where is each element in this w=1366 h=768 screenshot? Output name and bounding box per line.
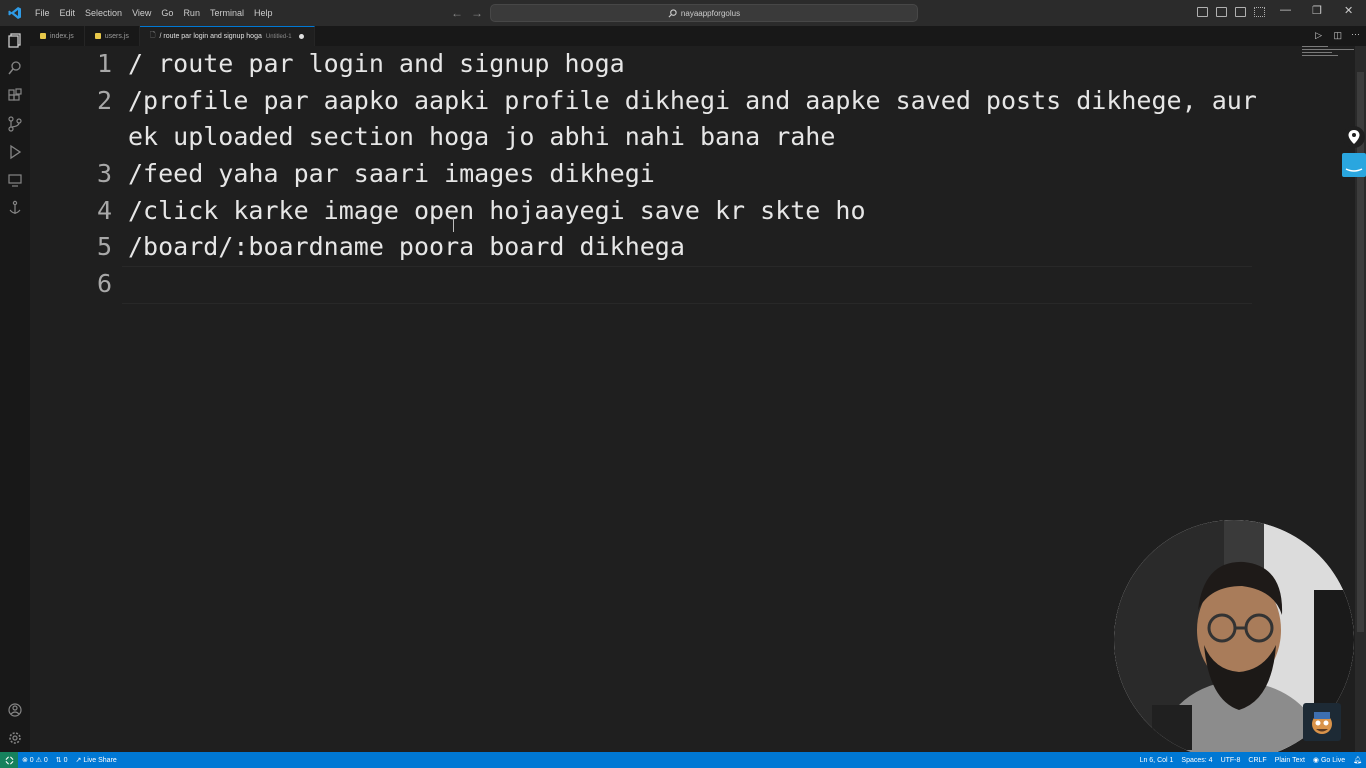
title-bar: File Edit Selection View Go Run Terminal… xyxy=(0,0,1366,26)
menu-go[interactable]: Go xyxy=(156,0,178,26)
menu-help[interactable]: Help xyxy=(249,0,278,26)
menu-file[interactable]: File xyxy=(30,0,55,26)
extensions-icon[interactable] xyxy=(7,88,23,104)
search-view-icon[interactable] xyxy=(7,60,23,76)
code-line: 2 /profile par aapko aapki profile dikhe… xyxy=(30,83,1320,119)
close-icon[interactable]: ✕ xyxy=(1344,4,1353,17)
problems-indicator[interactable]: ⊗ 0 ⚠ 0 xyxy=(18,756,52,764)
back-arrow-icon[interactable]: ← xyxy=(451,6,463,20)
line-text: / route par login and signup hoga xyxy=(128,49,625,78)
menu-edit[interactable]: Edit xyxy=(55,0,81,26)
line-text: /feed yaha par saari images dikhegi xyxy=(128,159,655,188)
manage-gear-icon[interactable] xyxy=(7,730,23,746)
editor-tab-bar: index.js users.js 🗋 / route par login an… xyxy=(30,26,1366,46)
restore-icon[interactable]: ❐ xyxy=(1312,4,1322,17)
line-number: 3 xyxy=(96,159,112,188)
vscode-logo-icon xyxy=(0,0,30,26)
toggle-secondary-sidebar-icon[interactable] xyxy=(1235,7,1246,17)
line-text: /board/:boardname poora board dikhega xyxy=(128,232,685,261)
line-text: ek uploaded section hoga jo abhi nahi ba… xyxy=(128,122,836,151)
live-share-button[interactable]: ↗ Live Share xyxy=(72,756,121,764)
menu-view[interactable]: View xyxy=(127,0,156,26)
source-control-icon[interactable] xyxy=(7,116,23,132)
code-line: 4 /click karke image open hojaayegi save… xyxy=(30,193,1320,229)
tab-untitled-1[interactable]: 🗋 / route par login and signup hoga Unti… xyxy=(139,26,315,46)
explorer-icon[interactable] xyxy=(7,32,23,48)
location-pin-icon[interactable] xyxy=(1343,126,1365,148)
tab-index-js[interactable]: index.js xyxy=(30,26,85,46)
command-center-label: nayaappforgolus xyxy=(680,8,741,18)
anchor-icon[interactable] xyxy=(7,200,23,216)
text-file-icon: 🗋 xyxy=(149,32,156,39)
channel-avatar-icon xyxy=(1303,703,1341,741)
eol-indicator[interactable]: CRLF xyxy=(1244,757,1270,764)
status-bar: ⊗ 0 ⚠ 0 ⇅ 0 ↗ Live Share Ln 6, Col 1 Spa… xyxy=(0,752,1366,768)
go-live-button[interactable]: ◉ Go Live xyxy=(1309,756,1349,764)
tab-description: Untitled-1 xyxy=(265,33,292,40)
more-actions-icon[interactable]: ··· xyxy=(1351,29,1360,39)
mouse-ibeam-cursor xyxy=(453,218,454,232)
line-text: /click karke image open hojaayegi save k… xyxy=(128,196,866,225)
current-line-highlight xyxy=(122,266,1252,304)
code-line: 1 / route par login and signup hoga xyxy=(30,46,1320,82)
encoding-indicator[interactable]: UTF-8 xyxy=(1217,757,1245,764)
ports-indicator[interactable]: ⇅ 0 xyxy=(52,756,72,764)
ports-icon: ⇅ xyxy=(55,757,62,764)
line-text: /profile par aapko aapki profile dikhegi… xyxy=(128,86,1257,115)
ports-count: 0 xyxy=(63,757,68,764)
broadcast-icon: ◉ xyxy=(1312,757,1320,764)
line-number: 5 xyxy=(96,232,112,261)
minimap[interactable] xyxy=(1302,46,1354,60)
code-line: 5 /board/:boardname poora board dikhega xyxy=(30,229,1320,265)
drawing-tool-icon[interactable] xyxy=(1342,153,1366,177)
cursor-position[interactable]: Ln 6, Col 1 xyxy=(1136,757,1178,764)
js-file-icon xyxy=(40,33,46,39)
toggle-sidebar-icon[interactable] xyxy=(1197,7,1208,17)
menu-selection[interactable]: Selection xyxy=(80,0,127,26)
code-line-wrapped: ek uploaded section hoga jo abhi nahi ba… xyxy=(30,119,1320,155)
search-icon xyxy=(668,8,677,17)
tab-label: users.js xyxy=(104,32,129,40)
indentation-indicator[interactable]: Spaces: 4 xyxy=(1177,757,1216,764)
live-share-icon: ↗ xyxy=(75,757,82,764)
forward-arrow-icon[interactable]: → xyxy=(471,6,483,20)
go-live-label: Go Live xyxy=(1320,757,1346,764)
command-center-search[interactable]: nayaappforgolus xyxy=(490,4,918,22)
line-number: 1 xyxy=(96,49,112,78)
split-editor-icon[interactable]: ◫ xyxy=(1333,30,1342,41)
menu-terminal[interactable]: Terminal xyxy=(205,0,249,26)
code-line: 3 /feed yaha par saari images dikhegi xyxy=(30,156,1320,192)
remote-explorer-icon[interactable] xyxy=(7,172,23,188)
tab-users-js[interactable]: users.js xyxy=(85,26,140,46)
live-share-label: Live Share xyxy=(83,757,117,764)
tab-label: index.js xyxy=(50,32,74,40)
js-file-icon xyxy=(94,33,101,39)
notifications-bell-icon[interactable]: 🔔︎ xyxy=(1349,756,1366,764)
remote-indicator-icon[interactable] xyxy=(0,752,18,768)
minimize-icon[interactable]: — xyxy=(1280,4,1291,16)
toggle-panel-icon[interactable] xyxy=(1216,7,1227,17)
run-file-icon[interactable]: ▷ xyxy=(1315,30,1322,41)
activity-bar xyxy=(0,26,30,752)
line-number: 2 xyxy=(96,86,112,115)
line-number: 4 xyxy=(96,196,112,225)
customize-layout-icon[interactable] xyxy=(1254,7,1265,17)
tab-label: / route par login and signup hoga xyxy=(159,33,262,40)
menu-run[interactable]: Run xyxy=(178,0,205,26)
unsaved-dot-icon[interactable] xyxy=(298,34,304,39)
language-mode[interactable]: Plain Text xyxy=(1271,757,1309,764)
line-number: 6 xyxy=(96,269,112,298)
vertical-scrollbar[interactable] xyxy=(1355,46,1366,752)
accounts-icon[interactable] xyxy=(7,702,23,718)
run-debug-icon[interactable] xyxy=(7,144,23,160)
